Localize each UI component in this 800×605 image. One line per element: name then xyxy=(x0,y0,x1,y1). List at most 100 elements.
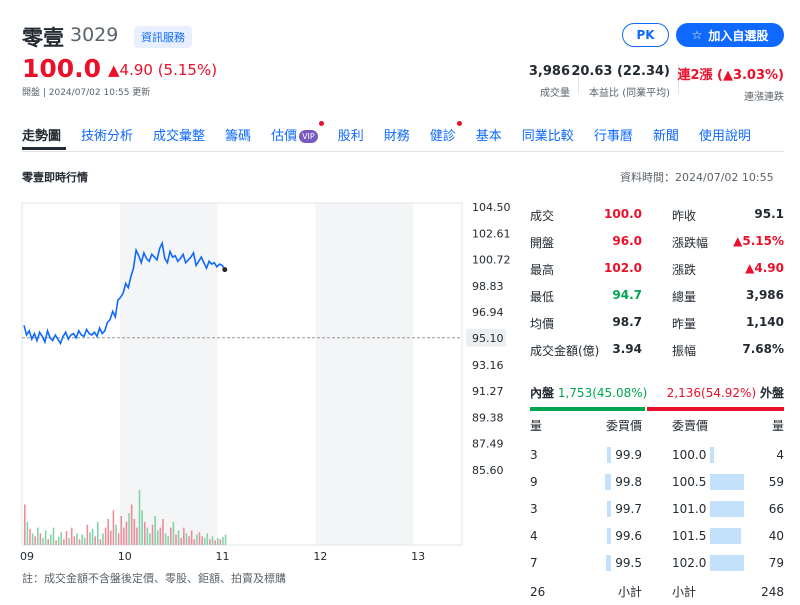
y-tick-label: 85.60 xyxy=(472,464,504,477)
stat-label: 連漲連跌 xyxy=(744,92,784,103)
volume-bar xyxy=(130,504,133,545)
quote-label: 昨收 xyxy=(672,209,697,223)
quote-label: 振幅 xyxy=(672,344,697,358)
tab-dividend[interactable]: 股利 xyxy=(338,125,364,144)
update-meta: 開盤 | 2024/07/02 10:55 更新 xyxy=(22,88,151,98)
orderbook-row: 7 99.5 102.0 79 xyxy=(530,549,784,576)
quote-cell: 漲跌幅 ▲5.15% xyxy=(672,234,784,251)
volume-bar xyxy=(201,536,203,545)
x-tick-label: 09 xyxy=(20,550,34,563)
volume-bar xyxy=(214,540,216,545)
quote-label: 均價 xyxy=(530,317,555,331)
ask-price: 100.0 xyxy=(672,447,707,462)
volume-bar xyxy=(224,534,227,545)
volume-bar xyxy=(159,527,162,545)
tab-chips[interactable]: 籌碼 xyxy=(225,125,251,144)
star-icon: ☆ xyxy=(691,28,703,42)
x-tick-label: 10 xyxy=(118,550,132,563)
volume-bar xyxy=(29,528,31,545)
tab-technical[interactable]: 技術分析 xyxy=(81,125,133,144)
outer-bar xyxy=(646,407,784,411)
ask-price-header: 委賣價 xyxy=(672,419,709,433)
bid-depth-bar xyxy=(607,446,612,463)
tab-peers[interactable]: 同業比較 xyxy=(522,125,574,144)
bid-price: 99.6 xyxy=(615,528,642,543)
volume-bar xyxy=(31,533,34,545)
ask-qty: 79 xyxy=(768,555,784,570)
volume-bar xyxy=(24,504,26,545)
ask-qty: 40 xyxy=(768,528,784,543)
ask-price-cell: 102.0 xyxy=(672,554,744,571)
ask-price: 101.0 xyxy=(672,501,707,516)
volume-bar xyxy=(83,538,86,545)
x-tick-label: 12 xyxy=(313,550,327,563)
volume-bar xyxy=(125,521,128,545)
bid-price-cell: 99.9 xyxy=(570,446,642,463)
orderbook-header: 量 委買價 委賣價 量 xyxy=(530,417,784,434)
quote-label: 成交金額(億) xyxy=(530,344,600,358)
bid-price-cell: 99.8 xyxy=(570,473,642,490)
volume-bar xyxy=(156,530,159,545)
ask-depth-bar xyxy=(710,446,715,463)
volume-bar xyxy=(102,533,104,545)
volume-bar xyxy=(57,536,60,545)
ask-qty-header: 量 xyxy=(771,419,784,433)
tab-help[interactable]: 使用說明 xyxy=(699,125,751,144)
volume-bar xyxy=(70,527,73,545)
tab-news[interactable]: 新聞 xyxy=(653,125,679,144)
ask-qty: 4 xyxy=(776,447,784,462)
volume-bar xyxy=(133,518,136,545)
volume-bar xyxy=(146,527,149,545)
y-tick-label: 87.49 xyxy=(472,438,504,451)
tab-basic[interactable]: 基本 xyxy=(476,125,502,144)
quote-cell: 最高 102.0 xyxy=(530,261,642,278)
ask-price: 102.0 xyxy=(672,555,707,570)
quote-value: 7.68% xyxy=(742,342,784,356)
y-tick-label: 89.38 xyxy=(472,411,504,424)
bid-depth-bar xyxy=(607,527,612,544)
bid-price-cell: 99.7 xyxy=(570,500,642,517)
volume-bar xyxy=(216,538,219,545)
pk-button[interactable]: PK xyxy=(622,23,669,47)
intraday-chart[interactable]: 104.50 102.61 100.72 98.83 96.94 95.10 93.16 91… xyxy=(0,195,525,565)
tab-finance[interactable]: 財務 xyxy=(384,125,410,144)
tab-chart[interactable]: 走勢圖 xyxy=(22,125,61,144)
ask-price-cell: 100.5 xyxy=(672,473,744,490)
bid-price: 99.5 xyxy=(615,555,642,570)
quote-value: 3,986 xyxy=(746,288,784,302)
stat-value: 連2漲 (▲3.03%) xyxy=(677,68,784,83)
tab-bar: 走勢圖 技術分析 成交彙整 籌碼 估價 VIP 股利 財務 健診 基本 同業比較 … xyxy=(22,121,771,144)
orderbook-total: 26 小計 小計 248 xyxy=(530,578,784,605)
tab-valuation[interactable]: 估價 VIP xyxy=(271,121,324,144)
add-watchlist-button[interactable]: ☆ 加入自選股 xyxy=(676,23,784,47)
quote-table: 成交 100.0 昨收 95.1 開盤 96.0 漲跌幅 ▲5.15% 最高 102.0 漲跌 ▲4.… xyxy=(530,202,784,364)
volume-bar xyxy=(211,536,214,545)
last-price-dot xyxy=(222,267,228,273)
quote-value: 96.0 xyxy=(612,234,642,248)
volume-bar xyxy=(196,534,198,545)
quote-cell: 最低 94.7 xyxy=(530,288,642,305)
volume-bar xyxy=(68,538,70,545)
quote-label: 總量 xyxy=(672,290,697,304)
tab-health[interactable]: 健診 xyxy=(430,121,462,144)
industry-badge[interactable]: 資訊服務 xyxy=(134,26,192,48)
quote-row: 最低 94.7 總量 3,986 xyxy=(530,283,784,310)
y-tick-label: 93.16 xyxy=(472,359,504,372)
volume-bar xyxy=(222,536,224,545)
quote-value: ▲4.90 xyxy=(745,261,784,275)
quote-cell: 開盤 96.0 xyxy=(530,234,642,251)
volume-bar xyxy=(104,527,107,545)
y-tick-label: 102.61 xyxy=(472,227,511,240)
volume-bar xyxy=(143,521,146,545)
ask-price: 101.5 xyxy=(672,528,707,543)
outer-label: 外盤 xyxy=(759,386,784,400)
quote-label: 開盤 xyxy=(530,236,555,250)
bid-price-header: 委買價 xyxy=(605,419,642,433)
tab-calendar[interactable]: 行事曆 xyxy=(594,125,633,144)
bid-qty: 9 xyxy=(530,474,538,489)
inner-bar xyxy=(530,407,645,411)
quote-label: 成交 xyxy=(530,209,555,223)
tab-trades[interactable]: 成交彙整 xyxy=(153,125,205,144)
ask-subtotal-label: 小計 xyxy=(672,585,697,599)
tab-valuation-label: 估價 xyxy=(271,129,298,144)
